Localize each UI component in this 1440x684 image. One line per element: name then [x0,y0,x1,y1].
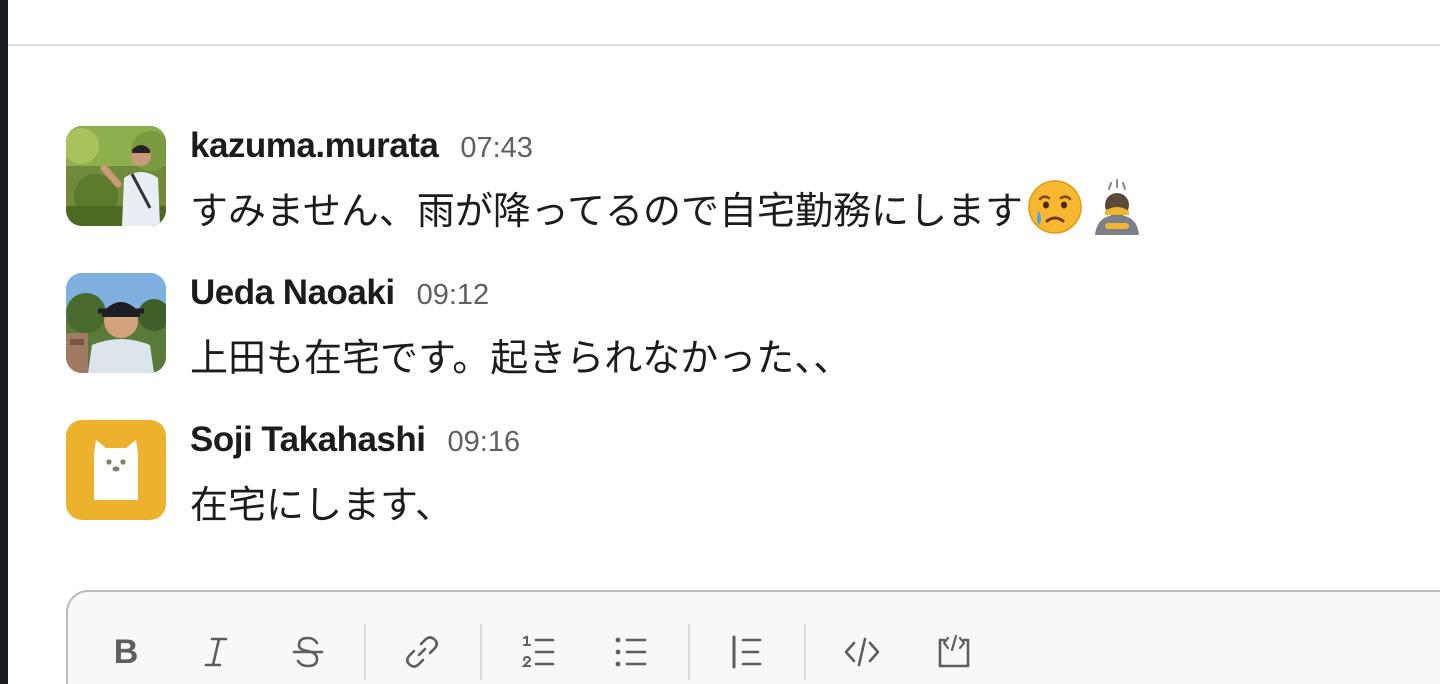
toolbar-divider [804,624,806,680]
numbered-list-icon[interactable] [510,618,566,684]
sender-name[interactable]: Soji Takahashi [190,420,426,460]
bowing-person-emoji [1087,177,1147,237]
message-item[interactable]: kazuma.murata 07:43 すみません、雨が降ってるので自宅勤務にし… [66,126,1426,236]
toolbar-divider [688,624,690,680]
channel-header [8,0,1440,46]
avatar-kazuma-murata[interactable] [66,126,166,226]
toolbar-divider [364,624,366,680]
code-block-icon[interactable] [926,618,982,684]
slack-channel-view: kazuma.murata 07:43 すみません、雨が降ってるので自宅勤務にし… [0,0,1440,684]
timestamp[interactable]: 09:12 [417,279,490,312]
message-body: すみません、雨が降ってるので自宅勤務にします [190,190,1023,233]
message-body: 上田も在宅です。起きられなかった、、 [190,337,852,380]
timestamp[interactable]: 07:43 [460,132,533,165]
message-header: Ueda Naoaki 09:12 [190,273,489,313]
message-text: 在宅にします、 [190,476,453,527]
message-item[interactable]: Ueda Naoaki 09:12 上田も在宅です。起きられなかった、、 [66,273,1426,383]
sender-name[interactable]: Ueda Naoaki [190,273,395,313]
svg-text:B: B [114,633,139,671]
crying-face-emoji [1025,177,1085,237]
strikethrough-icon[interactable] [280,618,336,684]
message-header: Soji Takahashi 09:16 [190,420,520,460]
message-text: 上田も在宅です。起きられなかった、、 [190,329,852,380]
bold-icon[interactable]: B [98,618,154,684]
bulleted-list-icon[interactable] [602,618,658,684]
italic-icon[interactable] [188,618,244,684]
link-icon[interactable] [394,618,450,684]
avatar-soji-takahashi[interactable] [66,420,166,520]
code-icon[interactable] [834,618,890,684]
message-body: 在宅にします、 [190,484,453,527]
message-header: kazuma.murata 07:43 [190,126,533,166]
sidebar-edge [0,0,8,684]
sender-name[interactable]: kazuma.murata [190,126,439,166]
toolbar-divider [480,624,482,680]
timestamp[interactable]: 09:16 [448,426,521,459]
message-text: すみません、雨が降ってるので自宅勤務にします [190,179,1147,235]
avatar-ueda-naoaki[interactable] [66,273,166,373]
message-item[interactable]: Soji Takahashi 09:16 在宅にします、 [66,420,1426,530]
message-composer[interactable]: B [66,590,1440,684]
blockquote-icon[interactable] [718,618,774,684]
